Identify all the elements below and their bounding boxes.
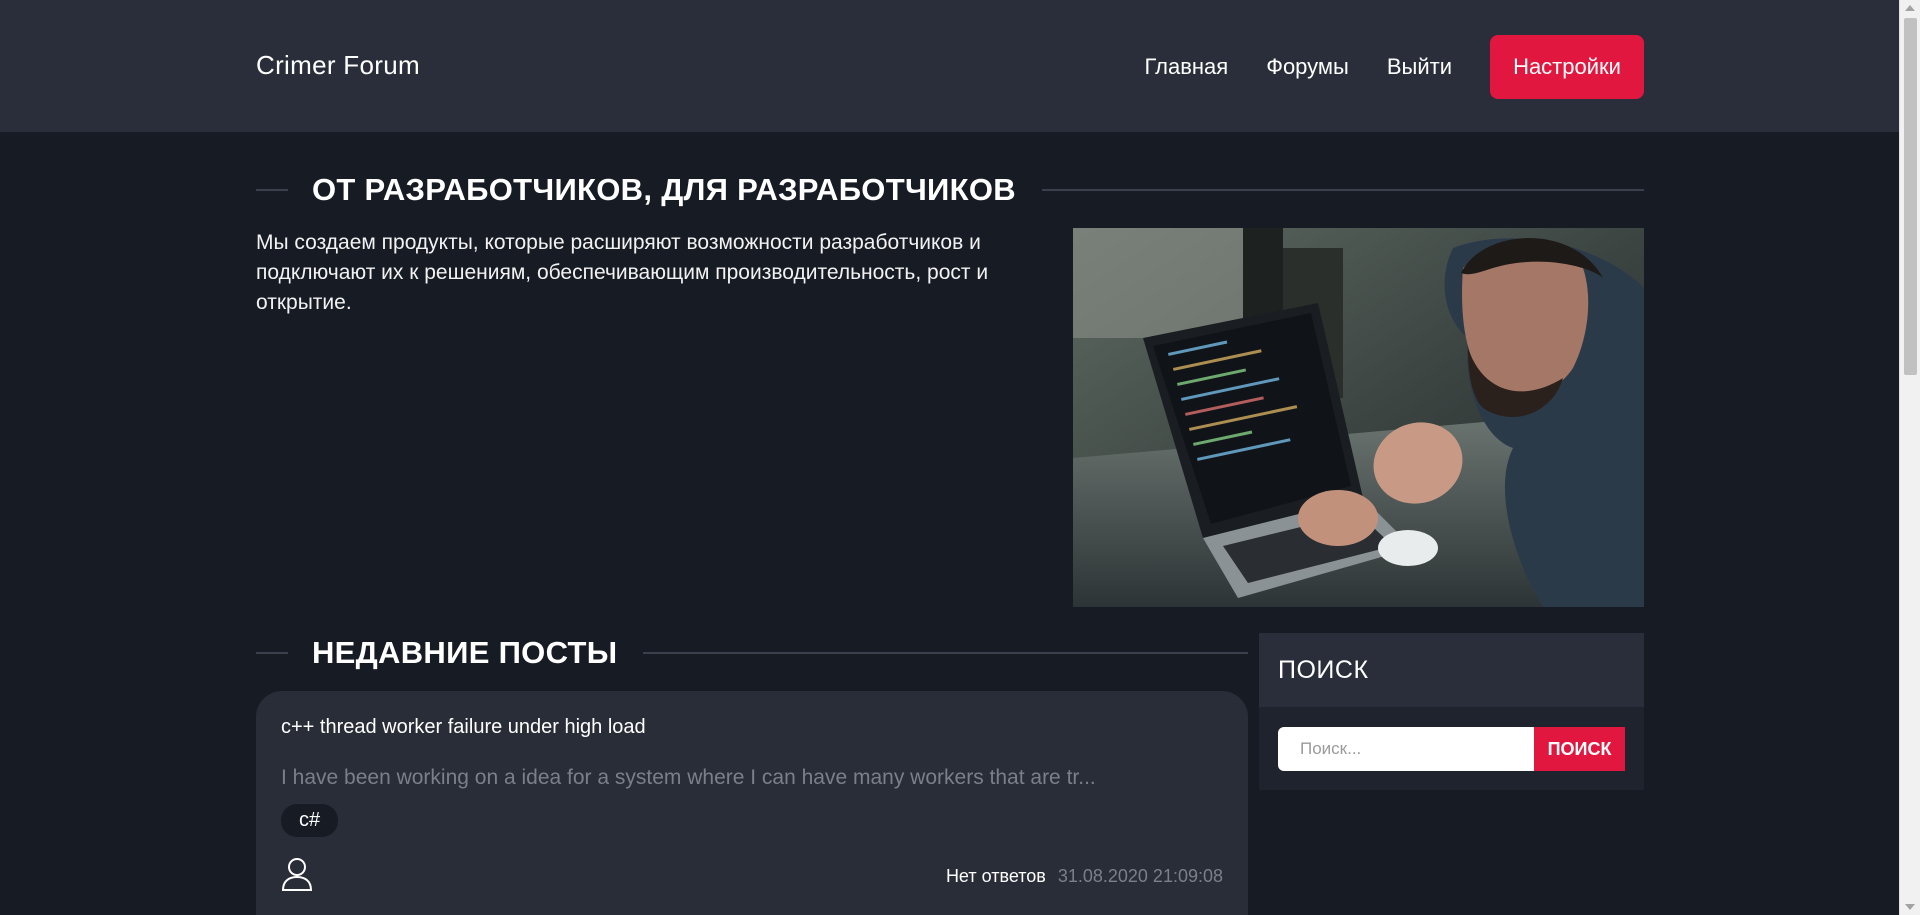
brand-logo[interactable]: Crimer Forum [256, 50, 420, 81]
post-footer: Нет ответов 31.08.2020 21:09:08 [281, 857, 1223, 896]
scroll-down-arrow-icon[interactable] [1905, 904, 1915, 910]
heading-divider-left [256, 652, 288, 654]
page-scrollbar[interactable] [1899, 0, 1920, 915]
search-input[interactable] [1278, 727, 1534, 771]
main-nav: Главная Форумы Выйти Настройки [1106, 35, 1644, 99]
hero-description: Мы создаем продукты, которые расширяют в… [256, 231, 989, 314]
heading-divider-left [256, 189, 288, 191]
search-form: ПОИСК [1278, 727, 1625, 771]
post-tag[interactable]: c# [281, 804, 339, 837]
search-panel-title: ПОИСК [1259, 633, 1644, 707]
heading-divider-right [1041, 189, 1644, 191]
scrollbar-thumb[interactable] [1904, 18, 1917, 375]
recent-posts-heading: НЕДАВНИЕ ПОСТЫ [256, 635, 1248, 671]
hero-heading: ОТ РАЗРАБОТЧИКОВ, ДЛЯ РАЗРАБОТЧИКОВ [256, 172, 1644, 208]
post-meta: Нет ответов 31.08.2020 21:09:08 [946, 866, 1223, 887]
hero-developer-photo [1073, 228, 1644, 607]
search-button[interactable]: ПОИСК [1534, 727, 1625, 771]
scroll-up-arrow-icon[interactable] [1905, 5, 1915, 11]
post-card[interactable]: c++ thread worker failure under high loa… [256, 691, 1248, 915]
post-excerpt: I have been working on a idea for a syst… [281, 766, 1096, 789]
nav-logout-link[interactable]: Выйти [1387, 54, 1452, 80]
hero-heading-text: ОТ РАЗРАБОТЧИКОВ, ДЛЯ РАЗРАБОТЧИКОВ [312, 172, 1016, 207]
heading-divider-right [643, 652, 1248, 654]
site-header: Crimer Forum Главная Форумы Выйти Настро… [0, 0, 1899, 132]
recent-posts-heading-text: НЕДАВНИЕ ПОСТЫ [312, 635, 618, 670]
reply-count: Нет ответов [945, 866, 1046, 886]
developer-laptop-illustration [1073, 228, 1644, 607]
nav-home-link[interactable]: Главная [1144, 54, 1228, 80]
post-date: 31.08.2020 21:09:08 [1057, 866, 1223, 886]
nav-forums-link[interactable]: Форумы [1266, 54, 1349, 80]
settings-button[interactable]: Настройки [1490, 35, 1644, 99]
post-title[interactable]: c++ thread worker failure under high loa… [281, 716, 1223, 739]
search-panel: ПОИСК ПОИСК [1259, 633, 1644, 790]
user-icon[interactable] [281, 857, 313, 896]
